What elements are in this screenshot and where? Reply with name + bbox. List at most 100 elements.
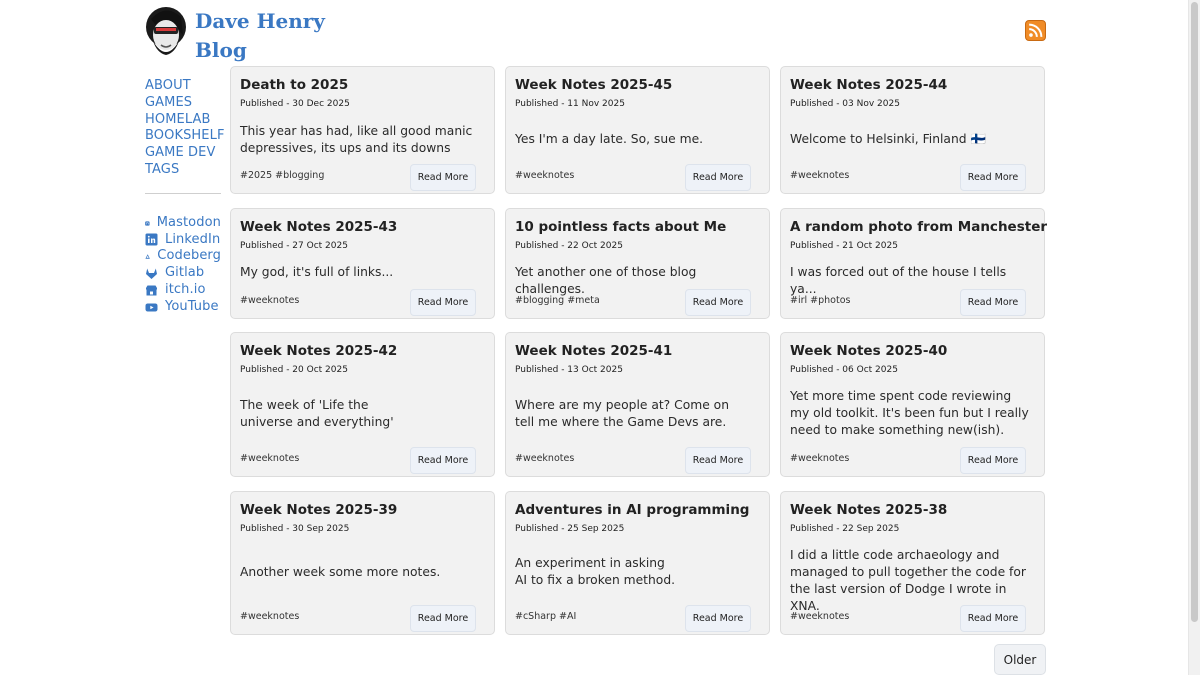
- post-title[interactable]: Week Notes 2025-43: [240, 218, 397, 236]
- social-link-mastodon[interactable]: Mastodon: [145, 215, 221, 232]
- post-date: Published - 11 Nov 2025: [515, 99, 625, 109]
- post-date: Published - 22 Sep 2025: [790, 524, 900, 534]
- site-header: Dave Henry Blog: [145, 5, 1046, 63]
- read-more-button[interactable]: Read More: [685, 289, 751, 316]
- older-posts-button[interactable]: Older: [994, 644, 1046, 675]
- post-title[interactable]: Week Notes 2025-41: [515, 342, 672, 360]
- post-excerpt: Welcome to Helsinki, Finland 🇫🇮: [790, 132, 986, 146]
- read-more-button[interactable]: Read More: [960, 289, 1026, 316]
- read-more-button[interactable]: Read More: [685, 605, 751, 632]
- post-date: Published - 30 Dec 2025: [240, 99, 350, 109]
- social-label[interactable]: LinkedIn: [165, 232, 220, 249]
- linkedin-icon: [145, 233, 158, 246]
- post-title[interactable]: Week Notes 2025-45: [515, 76, 672, 94]
- read-more-button[interactable]: Read More: [960, 605, 1026, 632]
- post-card: Week Notes 2025-40 Published - 06 Oct 20…: [780, 332, 1045, 477]
- site-title[interactable]: Dave Henry Blog: [195, 7, 325, 65]
- post-tags[interactable]: #blogging #meta: [515, 295, 600, 307]
- social-link-gitlab[interactable]: Gitlab: [145, 265, 221, 282]
- post-excerpt: Where are my people at? Come on tell me w…: [515, 398, 730, 429]
- post-tags[interactable]: #weeknotes: [790, 453, 849, 465]
- read-more-button[interactable]: Read More: [410, 447, 476, 474]
- post-excerpt: Another week some more notes.: [240, 565, 441, 579]
- post-title[interactable]: Week Notes 2025-40: [790, 342, 947, 360]
- post-title[interactable]: Week Notes 2025-42: [240, 342, 397, 360]
- post-date: Published - 27 Oct 2025: [240, 241, 348, 251]
- nav-about[interactable]: ABOUT: [145, 78, 221, 95]
- page-scrollbar[interactable]: [1188, 0, 1200, 675]
- post-date: Published - 20 Oct 2025: [240, 365, 348, 375]
- post-card: Week Notes 2025-43 Published - 27 Oct 20…: [230, 208, 495, 319]
- read-more-button[interactable]: Read More: [685, 164, 751, 191]
- post-excerpt: An experiment in asking AI to fix a broke…: [515, 556, 676, 587]
- read-more-button[interactable]: Read More: [685, 447, 751, 474]
- post-tags[interactable]: #weeknotes: [515, 170, 574, 182]
- nav-bookshelf[interactable]: BOOKSHELF: [145, 128, 224, 145]
- social-link-codeberg[interactable]: Codeberg: [145, 248, 221, 265]
- read-more-button[interactable]: Read More: [960, 447, 1026, 474]
- post-title[interactable]: A random photo from Manchester: [790, 218, 1047, 236]
- post-excerpt: Yes I'm a day late. So, sue me.: [515, 132, 704, 146]
- social-label[interactable]: Gitlab: [165, 265, 204, 282]
- post-card: Week Notes 2025-45 Published - 11 Nov 20…: [505, 66, 770, 194]
- social-label[interactable]: YouTube: [165, 299, 219, 316]
- post-card: Week Notes 2025-38 Published - 22 Sep 20…: [780, 491, 1045, 635]
- nav-tags[interactable]: TAGS: [145, 162, 221, 179]
- post-title[interactable]: 10 pointless facts about Me: [515, 218, 726, 236]
- post-title[interactable]: Death to 2025: [240, 76, 348, 94]
- post-card: A random photo from Manchester Published…: [780, 208, 1047, 319]
- post-excerpt: My god, it's full of links...: [240, 265, 394, 279]
- post-excerpt: This year has had, like all good manic de…: [240, 124, 473, 155]
- post-title[interactable]: Week Notes 2025-38: [790, 501, 947, 519]
- mastodon-icon: [145, 220, 150, 226]
- post-tags[interactable]: #weeknotes: [240, 611, 299, 623]
- nav-game-dev[interactable]: GAME DEV: [145, 145, 221, 162]
- youtube-icon: [145, 303, 158, 312]
- sidebar: ABOUT GAMES HOMELAB BOOKSHELF GAME DEV T…: [145, 78, 224, 316]
- post-tags[interactable]: #weeknotes: [240, 453, 299, 465]
- itchio-icon: [146, 285, 157, 296]
- post-tags[interactable]: #irl #photos: [790, 295, 850, 307]
- post-card: Adventures in AI programming Published -…: [505, 491, 770, 635]
- post-tags[interactable]: #weeknotes: [790, 170, 849, 182]
- post-date: Published - 06 Oct 2025: [790, 365, 898, 375]
- post-date: Published - 13 Oct 2025: [515, 365, 623, 375]
- site-title-line1[interactable]: Dave Henry: [195, 7, 325, 36]
- social-link-itchio[interactable]: itch.io: [145, 282, 221, 299]
- social-label[interactable]: itch.io: [165, 282, 206, 299]
- social-link-youtube[interactable]: YouTube: [145, 299, 221, 316]
- avatar-portrait-icon[interactable]: [145, 5, 187, 61]
- post-title[interactable]: Adventures in AI programming: [515, 501, 749, 519]
- post-date: Published - 21 Oct 2025: [790, 241, 898, 251]
- sidebar-divider: [145, 192, 221, 194]
- post-tags[interactable]: #2025 #blogging: [240, 170, 324, 182]
- post-title[interactable]: Week Notes 2025-39: [240, 501, 397, 519]
- nav-games[interactable]: GAMES: [145, 95, 221, 112]
- post-tags[interactable]: #cSharp #AI: [515, 611, 576, 623]
- post-card: Week Notes 2025-42 Published - 20 Oct 20…: [230, 332, 495, 477]
- post-tags[interactable]: #weeknotes: [515, 453, 574, 465]
- read-more-button[interactable]: Read More: [960, 164, 1026, 191]
- read-more-button[interactable]: Read More: [410, 164, 476, 191]
- rss-feed-icon[interactable]: [1025, 20, 1046, 41]
- post-card: Week Notes 2025-41 Published - 13 Oct 20…: [505, 332, 770, 477]
- site-title-line2[interactable]: Blog: [195, 36, 325, 65]
- post-date: Published - 30 Sep 2025: [240, 524, 350, 534]
- read-more-button[interactable]: Read More: [410, 605, 476, 632]
- post-tags[interactable]: #weeknotes: [790, 611, 849, 623]
- post-tags[interactable]: #weeknotes: [240, 295, 299, 307]
- social-label[interactable]: Mastodon: [157, 215, 221, 232]
- post-date: Published - 03 Nov 2025: [790, 99, 900, 109]
- scrollbar-thumb[interactable]: [1191, 2, 1198, 622]
- post-card: Week Notes 2025-39 Published - 30 Sep 20…: [230, 491, 495, 635]
- social-link-linkedin[interactable]: LinkedIn: [145, 232, 221, 249]
- nav-homelab[interactable]: HOMELAB: [145, 112, 221, 129]
- social-label[interactable]: Codeberg: [157, 248, 221, 265]
- post-card: Week Notes 2025-44 Published - 03 Nov 20…: [780, 66, 1045, 194]
- post-title[interactable]: Week Notes 2025-44: [790, 76, 947, 94]
- read-more-button[interactable]: Read More: [410, 289, 476, 316]
- gitlab-icon: [146, 268, 157, 280]
- post-excerpt: The week of 'Life the universe and everyt…: [240, 398, 394, 429]
- post-date: Published - 22 Oct 2025: [515, 241, 623, 251]
- post-card: Death to 2025 Published - 30 Dec 2025 Th…: [230, 66, 495, 194]
